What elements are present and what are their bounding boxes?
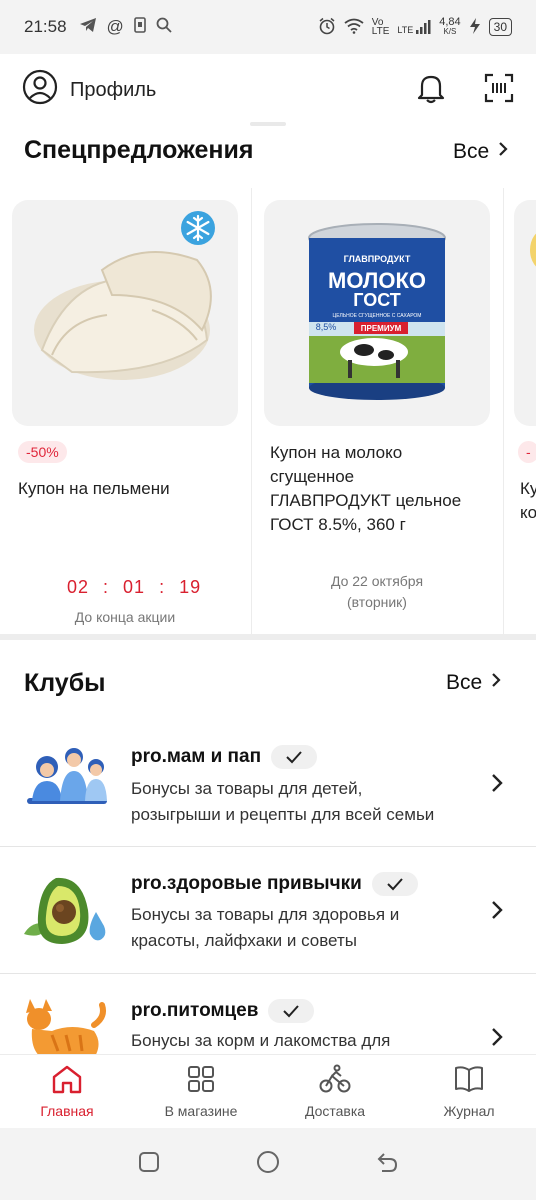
bell-icon[interactable] xyxy=(416,72,446,109)
at-icon: @ xyxy=(106,17,124,36)
charging-icon xyxy=(469,17,481,38)
clubs-all-link[interactable]: Все xyxy=(446,671,502,695)
signal-icon: LTE xyxy=(397,19,431,35)
system-navigation xyxy=(0,1128,536,1200)
chevron-right-icon xyxy=(497,140,509,164)
chevron-right-icon xyxy=(490,1026,504,1053)
nav-delivery[interactable]: Доставка xyxy=(268,1055,402,1128)
search-icon xyxy=(156,17,172,38)
cat-illustration xyxy=(22,995,112,1054)
home-button-icon[interactable] xyxy=(256,1150,280,1179)
status-time: 21:58 xyxy=(24,17,67,36)
nav-home[interactable]: Главная xyxy=(0,1055,134,1128)
nav-journal[interactable]: Журнал xyxy=(402,1055,536,1128)
chevron-right-icon xyxy=(490,671,502,695)
svg-text:8,5%: 8,5% xyxy=(316,322,337,332)
back-icon[interactable] xyxy=(375,1150,399,1179)
sim-icon xyxy=(134,16,146,38)
discount-badge: - xyxy=(518,441,536,463)
club-name: pro.мам и пап xyxy=(131,746,262,767)
club-name: pro.питомцев xyxy=(131,1000,259,1021)
offer-card[interactable]: ГЛАВПРОДУКТ МОЛОКО ГОСТ ЦЕЛЬНОЕ СГУЩЕННО… xyxy=(264,188,502,634)
club-item-pets[interactable]: pro.питомцев Бонусы за корм и лакомства … xyxy=(0,989,536,1054)
club-item-healthy-habits[interactable]: pro.здоровые привычки Бонусы за товары д… xyxy=(0,862,536,972)
svg-text:ПРЕМИУМ: ПРЕМИУМ xyxy=(361,324,402,333)
club-description: Бонусы за корм и лакомства для xyxy=(131,1031,391,1050)
svg-text:ГОСТ: ГОСТ xyxy=(353,290,401,310)
bottom-navigation: Главная В магазине Доставка Журнал xyxy=(0,1054,536,1128)
club-name: pro.здоровые привычки xyxy=(131,873,362,894)
club-item-parents[interactable]: pro.мам и пап Бонусы за товары для детей… xyxy=(0,735,536,845)
scan-icon[interactable] xyxy=(484,73,514,108)
offer-card[interactable]: - Куп ко xyxy=(514,188,536,634)
battery-indicator: 30 xyxy=(488,18,512,36)
sheet-handle[interactable] xyxy=(250,122,286,126)
discount-badge: -50% xyxy=(18,441,67,463)
book-icon xyxy=(453,1064,485,1097)
net-speed: 4,84 K/S xyxy=(439,16,461,37)
telegram-icon xyxy=(79,17,97,38)
condensed-milk-image: ГЛАВПРОДУКТ МОЛОКО ГОСТ ЦЕЛЬНОЕ СГУЩЕННО… xyxy=(264,200,490,426)
clubs-title: Клубы xyxy=(24,669,106,697)
check-icon xyxy=(371,872,418,896)
offer-deadline: До 22 октября (вторник) xyxy=(330,573,424,610)
chevron-right-icon xyxy=(490,772,504,799)
offers-all-link[interactable]: Все xyxy=(453,140,509,164)
nav-in-store[interactable]: В магазине xyxy=(134,1055,268,1128)
club-description: Бонусы за товары для детей, розыгрыши и … xyxy=(131,779,435,824)
offer-card[interactable]: -50% Купон на пельмени 02 : 01 : 19 До к… xyxy=(12,188,250,634)
status-bar: 21:58 @ Vo LTE LTE 4,84 K/S 30 xyxy=(0,0,536,54)
check-icon xyxy=(271,745,318,769)
family-illustration xyxy=(22,743,112,823)
offer-title: Купон на пельмени xyxy=(18,479,170,498)
cyclist-icon xyxy=(319,1064,351,1097)
offers-carousel[interactable]: -50% Купон на пельмени 02 : 01 : 19 До к… xyxy=(0,188,536,634)
avocado-illustration xyxy=(22,872,112,952)
profile-label: Профиль xyxy=(70,78,157,101)
offers-title: Спецпредложения xyxy=(24,136,254,164)
home-icon xyxy=(51,1064,83,1097)
volte-icon: Vo LTE xyxy=(371,17,390,37)
svg-text:ЦЕЛЬНОЕ СГУЩЕННОЕ С САХАРОМ: ЦЕЛЬНОЕ СГУЩЕННОЕ С САХАРОМ xyxy=(333,313,422,319)
snowflake-icon xyxy=(180,210,216,251)
wifi-icon xyxy=(344,18,364,37)
user-icon xyxy=(22,69,58,111)
offer-image xyxy=(514,200,536,426)
offer-title: Купон на молоко сгущенное ГЛАВПРОДУКТ це… xyxy=(270,443,462,534)
alarm-icon xyxy=(318,17,336,38)
offer-title: Куп ко xyxy=(520,479,536,522)
app-header: Профиль xyxy=(0,54,536,126)
club-description: Бонусы за товары для здоровья и красоты,… xyxy=(131,905,400,950)
chevron-right-icon xyxy=(490,899,504,926)
check-icon xyxy=(268,999,315,1023)
timer-caption: До конца акции xyxy=(74,609,176,625)
recent-apps-icon[interactable] xyxy=(137,1150,161,1179)
svg-text:ГЛАВПРОДУКТ: ГЛАВПРОДУКТ xyxy=(344,254,411,264)
countdown-timer: 02 : 01 : 19 xyxy=(67,577,202,597)
grid-icon xyxy=(186,1064,216,1097)
profile-button[interactable]: Профиль xyxy=(22,69,156,111)
